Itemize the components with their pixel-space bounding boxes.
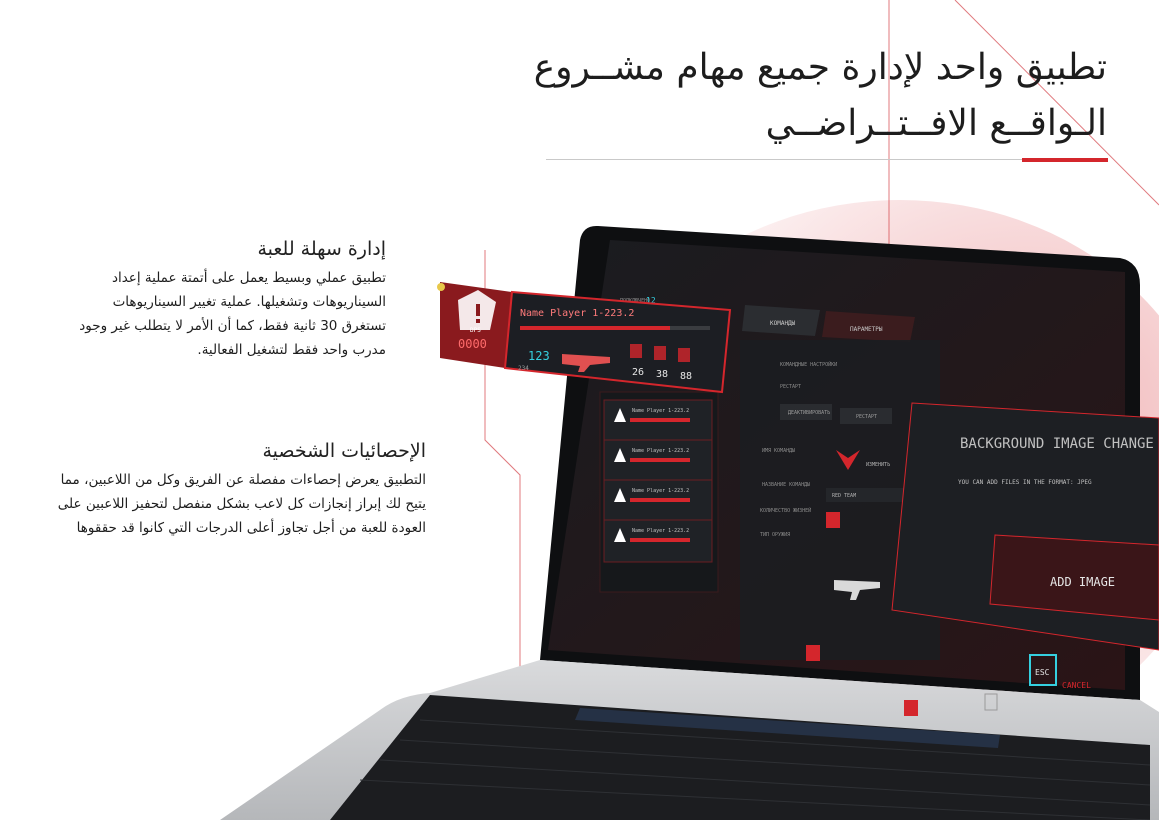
svg-text:0000: 0000: [458, 337, 487, 351]
svg-text:234: 234: [518, 365, 529, 372]
svg-text:ИМЯ КОМАНДЫ: ИМЯ КОМАНДЫ: [762, 448, 795, 454]
svg-text:26: 26: [632, 367, 644, 378]
ammo-count: 123: [528, 349, 550, 363]
player-list-item-name: Name Player 1-223.2: [632, 448, 689, 454]
svg-text:КОМАНДНЫЕ НАСТРОЙКИ: КОМАНДНЫЕ НАСТРОЙКИ: [780, 361, 837, 368]
add-image-button: ADD IMAGE: [1050, 575, 1115, 589]
svg-text:88: 88: [680, 371, 692, 382]
cancel-label: CANCEL: [1062, 681, 1091, 690]
player-list-panel: Name Player 1-223.2 Name Player 1-223.2 Na…: [599, 391, 719, 593]
esc-button: ESC: [1035, 668, 1050, 677]
status-dot: [437, 283, 445, 291]
svg-text:RED TEAM: RED TEAM: [832, 493, 856, 499]
dialog-title: BACKGROUND IMAGE CHANGE: [960, 436, 1154, 452]
player-name: Name Player 1-223.2: [520, 308, 634, 319]
svg-text:DPS: DPS: [470, 327, 481, 334]
svg-text:ПАРАМЕТРЫ: ПАРАМЕТРЫ: [850, 326, 883, 333]
svg-text:ДЕАКТИВИРОВАТЬ: ДЕАКТИВИРОВАТЬ: [788, 410, 830, 416]
svg-text:НАЗВАНИЕ КОМАНДЫ: НАЗВАНИЕ КОМАНДЫ: [762, 482, 810, 488]
svg-text:38: 38: [656, 369, 668, 380]
svg-text:ТИП ОРУЖИЯ: ТИП ОРУЖИЯ: [760, 532, 790, 538]
svg-text:КОМАНДЫ: КОМАНДЫ: [770, 320, 796, 327]
player-list-item-name: Name Player 1-223.2: [632, 528, 689, 534]
player-list-item-name: Name Player 1-223.2: [632, 488, 689, 494]
svg-text:РЕСТАРТ: РЕСТАРТ: [780, 384, 801, 390]
dialog-subtitle: YOU CAN ADD FILES IN THE FORMAT: JPEG: [958, 479, 1092, 486]
svg-text:РЕСТАРТ: РЕСТАРТ: [856, 414, 877, 420]
svg-text:ИЗМЕНИТЬ: ИЗМЕНИТЬ: [866, 462, 890, 468]
laptop-illustration: Name Player 1-223.2 Name Player 1-223.2 Na…: [220, 200, 1159, 820]
svg-text:КОЛИЧЕСТВО ЖИЗНЕЙ: КОЛИЧЕСТВО ЖИЗНЕЙ: [760, 507, 811, 514]
player-list-item-name: Name Player 1-223.2: [632, 408, 689, 414]
